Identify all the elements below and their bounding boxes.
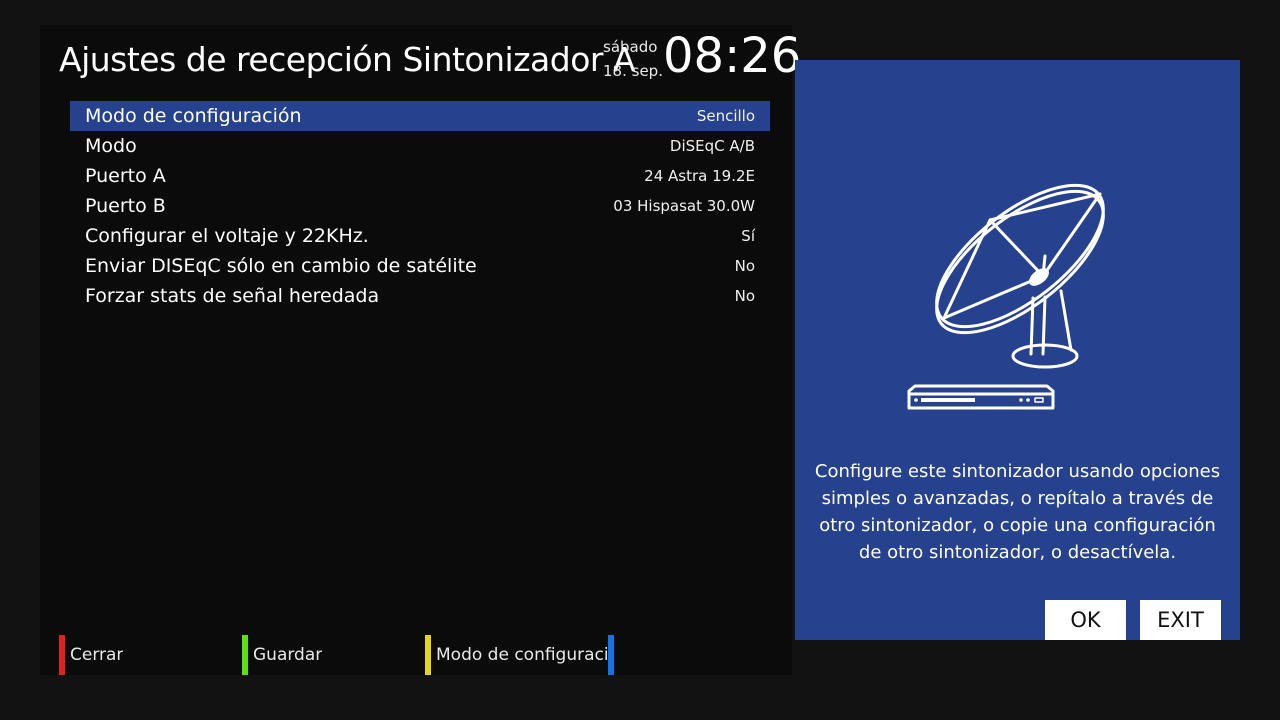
setting-label: Puerto B	[85, 195, 166, 217]
red-key-label: Cerrar	[70, 645, 124, 665]
settings-list: Modo de configuración Sencillo Modo DiSE…	[70, 101, 770, 311]
blue-key-indicator	[608, 635, 614, 675]
clock: 08:26	[663, 28, 802, 84]
setting-label: Puerto A	[85, 165, 166, 187]
day-label: sábado	[603, 38, 658, 56]
setting-value: No	[734, 287, 755, 305]
yellow-key-label: Modo de configuración	[436, 645, 607, 665]
setting-value: No	[734, 257, 755, 275]
setting-row-config-mode[interactable]: Modo de configuración Sencillo	[70, 101, 770, 131]
satellite-dish-icon	[907, 183, 1105, 410]
setting-label: Configurar el voltaje y 22KHz.	[85, 225, 369, 247]
setting-label: Enviar DISEqC sólo en cambio de satélite	[85, 255, 477, 277]
blue-key[interactable]	[608, 635, 628, 675]
yellow-key-indicator	[425, 635, 431, 675]
green-key-save[interactable]: Guardar	[242, 635, 417, 675]
setting-label: Modo	[85, 135, 137, 157]
setting-label: Forzar stats de señal heredada	[85, 285, 380, 307]
exit-button[interactable]: EXIT	[1140, 600, 1221, 640]
green-key-indicator	[242, 635, 248, 675]
green-key-label: Guardar	[253, 645, 323, 665]
setting-value: 24 Astra 19.2E	[644, 167, 755, 185]
help-panel: Configure este sintonizador usando opcio…	[795, 60, 1240, 640]
setting-value: DiSEqC A/B	[669, 137, 755, 155]
yellow-key-config-mode[interactable]: Modo de configuración	[425, 635, 607, 675]
page-title: Ajustes de recepción Sintonizador A	[59, 40, 636, 79]
setting-label: Modo de configuración	[85, 105, 302, 127]
red-key-close[interactable]: Cerrar	[59, 635, 234, 675]
setting-row-port-b[interactable]: Puerto B 03 Hispasat 30.0W	[70, 191, 770, 221]
setting-row-voltage-22khz[interactable]: Configurar el voltaje y 22KHz. Sí	[70, 221, 770, 251]
setting-row-diseqc-on-change[interactable]: Enviar DISEqC sólo en cambio de satélite…	[70, 251, 770, 281]
red-key-indicator	[59, 635, 65, 675]
setting-row-legacy-signal-stats[interactable]: Forzar stats de señal heredada No	[70, 281, 770, 311]
help-description: Configure este sintonizador usando opcio…	[814, 461, 1221, 563]
ok-button[interactable]: OK	[1045, 600, 1126, 640]
setting-row-port-a[interactable]: Puerto A 24 Astra 19.2E	[70, 161, 770, 191]
setting-value: Sencillo	[696, 107, 755, 125]
setting-value: 03 Hispasat 30.0W	[613, 197, 755, 215]
date-label: 18. sep.	[603, 62, 663, 80]
setting-value: Sí	[741, 227, 755, 245]
setting-row-mode[interactable]: Modo DiSEqC A/B	[70, 131, 770, 161]
